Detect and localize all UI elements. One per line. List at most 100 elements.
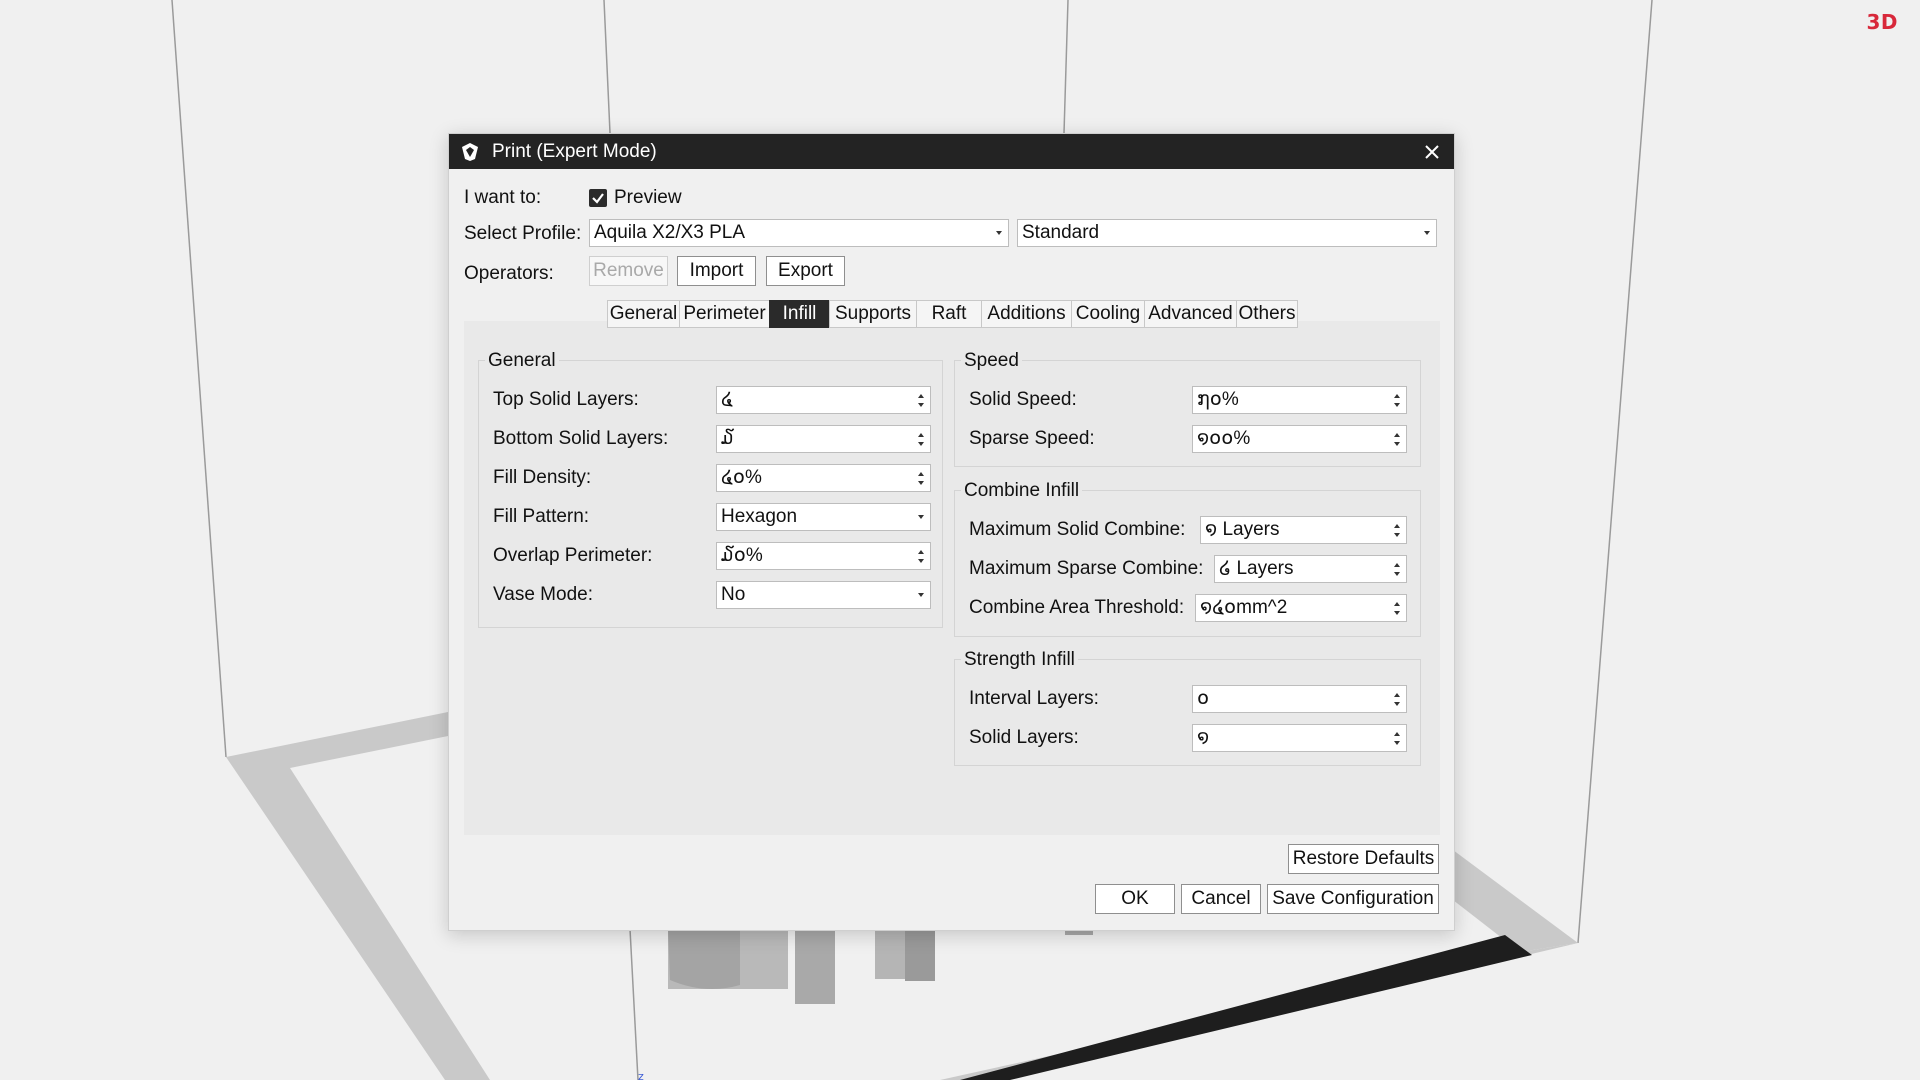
sparse-speed-label: Sparse Speed:: [969, 428, 1095, 449]
spin-down-icon[interactable]: [918, 442, 924, 446]
solid-speed-label: Solid Speed:: [969, 389, 1077, 410]
vase-mode-select[interactable]: No: [716, 581, 931, 609]
overlap-perimeter-label: Overlap Perimeter:: [493, 545, 653, 566]
spin-down-icon[interactable]: [1394, 611, 1400, 615]
brand-logo: 3D: [1866, 10, 1898, 34]
fill-pattern-select[interactable]: Hexagon: [716, 503, 931, 531]
spin-up-icon[interactable]: [1394, 563, 1400, 567]
interval-layers-spinbox[interactable]: ໐: [1192, 685, 1407, 713]
speed-group-title: Speed: [961, 350, 1022, 372]
print-settings-dialog: Print (Expert Mode) I want to: Preview S…: [448, 133, 1455, 931]
spin-down-icon[interactable]: [1394, 442, 1400, 446]
solid-layers-value: ໑: [1197, 727, 1210, 748]
quality-select-value: Standard: [1022, 222, 1100, 243]
import-button[interactable]: Import: [677, 256, 756, 286]
spin-down-icon[interactable]: [1394, 572, 1400, 576]
interval-layers-label: Interval Layers:: [969, 688, 1099, 709]
bottom-solid-layers-spinbox[interactable]: ໓: [716, 425, 931, 453]
max-sparse-combine-value: ໒ Layers: [1219, 558, 1294, 579]
overlap-perimeter-value: ໓໐%: [721, 545, 763, 566]
max-solid-combine-spinbox[interactable]: ໑ Layers: [1200, 516, 1407, 544]
sparse-speed-spinbox[interactable]: ໑໐໐%: [1192, 425, 1407, 453]
strength-infill-group-title: Strength Infill: [961, 649, 1078, 671]
dropdown-arrow-icon: [1424, 231, 1430, 235]
cancel-button[interactable]: Cancel: [1181, 884, 1261, 914]
dialog-titlebar[interactable]: Print (Expert Mode): [449, 134, 1454, 169]
ok-button[interactable]: OK: [1095, 884, 1175, 914]
operators-label: Operators:: [464, 263, 554, 284]
quality-select[interactable]: Standard: [1017, 219, 1437, 247]
solid-layers-spinbox[interactable]: ໑: [1192, 724, 1407, 752]
bottom-solid-layers-value: ໓: [721, 428, 734, 449]
tab-advanced[interactable]: Advanced: [1144, 300, 1236, 328]
spin-up-icon[interactable]: [918, 472, 924, 476]
remove-button[interactable]: Remove: [589, 256, 668, 286]
tab-infill[interactable]: Infill: [769, 300, 829, 328]
vase-mode-value: No: [721, 584, 746, 605]
combine-area-threshold-value: ໑໔໐mm^2: [1200, 597, 1288, 618]
spin-up-icon[interactable]: [918, 394, 924, 398]
settings-tabs: General Perimeter Infill Supports Raft A…: [607, 300, 1298, 328]
tab-perimeter[interactable]: Perimeter: [679, 300, 769, 328]
spin-down-icon[interactable]: [1394, 702, 1400, 706]
vase-mode-label: Vase Mode:: [493, 584, 593, 605]
tab-cooling[interactable]: Cooling: [1071, 300, 1144, 328]
spin-down-icon[interactable]: [1394, 533, 1400, 537]
max-sparse-combine-label: Maximum Sparse Combine:: [969, 558, 1204, 579]
interval-layers-value: ໐: [1197, 688, 1210, 709]
spin-up-icon[interactable]: [1394, 602, 1400, 606]
solid-speed-spinbox[interactable]: ໗໐%: [1192, 386, 1407, 414]
spin-up-icon[interactable]: [1394, 433, 1400, 437]
close-button[interactable]: [1410, 134, 1454, 169]
spin-down-icon[interactable]: [1394, 741, 1400, 745]
tab-general[interactable]: General: [607, 300, 679, 328]
sparse-speed-value: ໑໐໐%: [1197, 428, 1251, 449]
spin-up-icon[interactable]: [1394, 524, 1400, 528]
solid-layers-label: Solid Layers:: [969, 727, 1079, 748]
spin-down-icon[interactable]: [918, 403, 924, 407]
export-button[interactable]: Export: [766, 256, 845, 286]
preview-checkbox[interactable]: [589, 189, 607, 207]
spin-up-icon[interactable]: [1394, 732, 1400, 736]
restore-defaults-button[interactable]: Restore Defaults: [1288, 844, 1439, 874]
profile-select[interactable]: Aquila X2/X3 PLA: [589, 219, 1009, 247]
overlap-perimeter-spinbox[interactable]: ໓໐%: [716, 542, 931, 570]
tab-supports[interactable]: Supports: [829, 300, 916, 328]
tab-additions[interactable]: Additions: [981, 300, 1071, 328]
top-solid-layers-spinbox[interactable]: ໔: [716, 386, 931, 414]
checkmark-icon: [592, 193, 604, 204]
spin-down-icon[interactable]: [1394, 403, 1400, 407]
bottom-solid-layers-label: Bottom Solid Layers:: [493, 428, 669, 449]
spin-up-icon[interactable]: [918, 550, 924, 554]
tab-raft[interactable]: Raft: [916, 300, 981, 328]
select-profile-label: Select Profile:: [464, 223, 582, 244]
dropdown-arrow-icon: [996, 231, 1002, 235]
svg-text:z: z: [638, 1070, 644, 1080]
fill-pattern-value: Hexagon: [721, 506, 798, 527]
combine-area-threshold-spinbox[interactable]: ໑໔໐mm^2: [1195, 594, 1407, 622]
dropdown-arrow-icon: [918, 593, 924, 597]
fill-density-label: Fill Density:: [493, 467, 592, 488]
spin-up-icon[interactable]: [1394, 394, 1400, 398]
spin-up-icon[interactable]: [918, 433, 924, 437]
spin-down-icon[interactable]: [918, 481, 924, 485]
top-solid-layers-value: ໔: [721, 389, 733, 410]
spin-down-icon[interactable]: [918, 559, 924, 563]
app-logo-icon: [460, 142, 480, 162]
close-icon: [1425, 144, 1439, 159]
dialog-title: Print (Expert Mode): [492, 141, 657, 162]
max-sparse-combine-spinbox[interactable]: ໒ Layers: [1214, 555, 1407, 583]
spin-up-icon[interactable]: [1394, 693, 1400, 697]
combine-area-threshold-label: Combine Area Threshold:: [969, 597, 1185, 618]
solid-speed-value: ໗໐%: [1197, 389, 1239, 410]
fill-density-spinbox[interactable]: ໔໐%: [716, 464, 931, 492]
fill-density-value: ໔໐%: [721, 467, 762, 488]
fill-pattern-label: Fill Pattern:: [493, 506, 590, 527]
max-solid-combine-label: Maximum Solid Combine:: [969, 519, 1186, 540]
general-group-title: General: [485, 350, 559, 372]
top-solid-layers-label: Top Solid Layers:: [493, 389, 639, 410]
preview-label[interactable]: Preview: [614, 187, 682, 209]
tab-others[interactable]: Others: [1236, 300, 1298, 328]
max-solid-combine-value: ໑ Layers: [1205, 519, 1280, 540]
save-configuration-button[interactable]: Save Configuration: [1267, 884, 1439, 914]
